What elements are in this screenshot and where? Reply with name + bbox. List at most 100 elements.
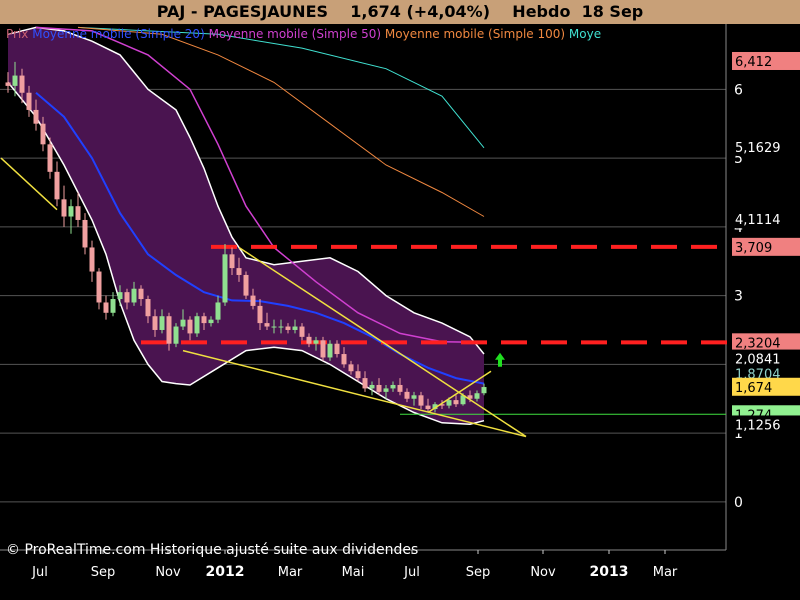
candle-body — [89, 247, 95, 272]
y-tick-label: 3 — [734, 289, 743, 305]
candle-body — [369, 384, 375, 389]
candle-body — [327, 343, 333, 358]
candle-body — [292, 326, 298, 330]
candle-body — [264, 323, 270, 327]
candle-body — [418, 395, 424, 406]
candle-body — [173, 326, 179, 344]
price-tag-label: 1,1256 — [735, 418, 781, 433]
price-tag-label: 6,412 — [735, 55, 772, 70]
chart-legend: Prix Moyenne mobile (Simple 20) Moyenne … — [6, 27, 601, 41]
x-tick-label: Mar — [653, 565, 678, 580]
price-tag-label: 3,709 — [735, 241, 772, 256]
candle-body — [124, 292, 130, 303]
price-chart[interactable]: Prix Moyenne mobile (Simple 20) Moyenne … — [0, 24, 800, 600]
candle-body — [145, 299, 151, 317]
instrument-title: PAJ - PAGESJAUNES — [156, 2, 329, 21]
candle-body — [341, 354, 347, 365]
legend-item: Moyenne mobile (Simple 50) — [205, 27, 381, 41]
copyright-footer: © ProRealTime.com Historique ajusté suit… — [6, 542, 418, 558]
candle-body — [5, 82, 11, 86]
candle-body — [425, 405, 431, 410]
x-tick-label: Nov — [530, 565, 556, 580]
candle-body — [208, 319, 214, 324]
x-tick-label: Sep — [91, 565, 116, 580]
candle-body — [61, 199, 67, 217]
chart-date: 18 Sep — [581, 2, 644, 21]
candle-body — [54, 171, 60, 200]
candle-body — [243, 274, 249, 296]
legend-item: Moyenne mobile (Simple 20) — [28, 27, 204, 41]
candle-body — [362, 378, 368, 389]
candle-body — [166, 316, 172, 344]
candle-body — [257, 305, 263, 324]
legend-item: Prix — [6, 27, 28, 41]
x-tick-label: 2013 — [590, 564, 629, 580]
candle-body — [103, 302, 109, 313]
candle-body — [68, 206, 74, 217]
x-tick-label: Jul — [403, 565, 420, 580]
candle-body — [187, 319, 193, 334]
candle-body — [481, 387, 487, 394]
legend-item: Moyenne mobile (Simple 100) — [381, 27, 565, 41]
candle-body — [75, 206, 81, 220]
candle-body — [222, 254, 228, 303]
chart-period: Hebdo — [512, 2, 571, 21]
candle-body — [159, 316, 165, 330]
price-tag-label: 1,674 — [735, 381, 772, 396]
candle-body — [313, 340, 319, 344]
candle-body — [320, 340, 326, 358]
candle-body — [236, 268, 242, 275]
candle-body — [446, 400, 452, 406]
x-tick-label: Nov — [155, 565, 181, 580]
candle-body — [299, 326, 305, 337]
candle-body — [33, 109, 39, 124]
candle-body — [180, 319, 186, 327]
legend-text: Prix Moyenne mobile (Simple 20) Moyenne … — [6, 27, 601, 41]
price-tag-label: 4,1114 — [735, 213, 781, 228]
price-tag-label: 2,3204 — [735, 336, 781, 351]
candle-body — [26, 92, 32, 110]
candle-body — [397, 384, 403, 392]
legend-item: Moye — [565, 27, 601, 41]
candle-body — [96, 271, 102, 303]
candle-body — [12, 75, 18, 86]
candle-body — [348, 364, 354, 372]
x-tick-label: Sep — [466, 565, 491, 580]
candle-body — [138, 288, 144, 300]
candle-body — [110, 299, 116, 313]
candle-body — [131, 288, 137, 303]
candle-body — [285, 326, 291, 330]
candle-body — [152, 316, 158, 330]
candle-body — [334, 343, 340, 355]
x-tick-label: Jul — [31, 565, 48, 580]
candle-body — [215, 302, 221, 320]
candle-body — [271, 326, 277, 328]
candle-body — [453, 400, 459, 405]
candle-body — [47, 144, 53, 172]
candle-body — [411, 395, 417, 399]
candle-body — [40, 123, 46, 145]
candle-body — [278, 326, 284, 328]
candle-body — [117, 292, 123, 300]
x-tick-label: Mai — [342, 565, 365, 580]
candle-body — [306, 336, 312, 344]
last-price-change: 1,674 (+4,04%) — [350, 2, 491, 21]
candle-body — [229, 254, 235, 269]
candle-body — [474, 393, 480, 399]
candle-body — [194, 316, 200, 334]
x-tick-label: 2012 — [206, 564, 245, 580]
candle-body — [19, 75, 25, 93]
candle-body — [376, 384, 382, 392]
y-tick-label: 6 — [734, 82, 743, 98]
chart-header: PAJ - PAGESJAUNES 1,674 (+4,04%) Hebdo 1… — [0, 0, 800, 24]
candle-body — [383, 388, 389, 392]
candle-body — [250, 295, 256, 306]
candle-body — [355, 371, 361, 379]
y-tick-label: 0 — [734, 495, 743, 511]
price-tags: 6,4125,16294,11143,7092,32042,08411,8704… — [732, 51, 800, 434]
candle-body — [201, 316, 207, 324]
x-tick-label: Mar — [278, 565, 303, 580]
candle-body — [390, 384, 396, 389]
candle-body — [404, 391, 410, 399]
candle-body — [82, 219, 88, 248]
